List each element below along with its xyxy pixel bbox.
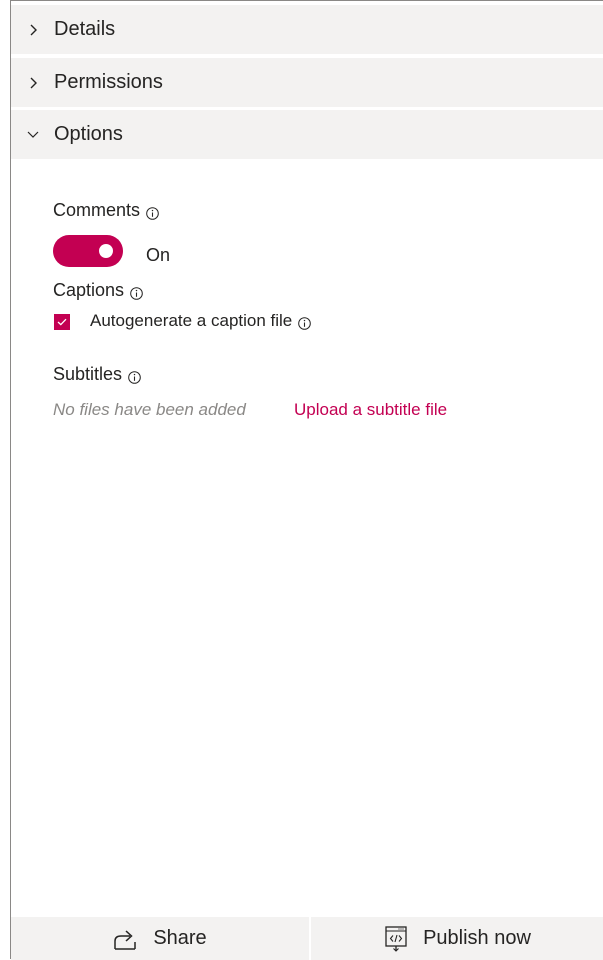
section-label-options: Options [54,123,123,145]
comments-toggle-state: On [146,245,171,265]
info-icon[interactable] [130,284,143,300]
publish-now-label: Publish now [423,927,531,949]
section-header-permissions[interactable]: Permissions [11,58,603,107]
autogenerate-caption-checkbox[interactable] [54,314,70,330]
chevron-down-icon [26,128,40,142]
section-label-permissions: Permissions [54,71,163,93]
section-label-details: Details [54,18,116,40]
captions-label: Captions [53,280,125,300]
toggle-knob [99,244,113,258]
chevron-right-icon [26,23,40,37]
checkmark-icon [57,318,67,326]
captions-label-row: Captions [53,280,143,301]
upload-subtitle-link[interactable]: Upload a subtitle file [294,400,447,420]
info-icon[interactable] [146,204,159,220]
options-panel: Details Permissions Options Comments On … [10,0,603,960]
info-icon[interactable] [298,315,312,330]
share-label: Share [153,927,207,949]
autogenerate-caption-label[interactable]: Autogenerate a caption file [90,311,292,331]
comments-label: Comments [53,200,141,220]
publish-icon [383,925,409,952]
chevron-right-icon [26,76,40,90]
subtitles-label: Subtitles [53,364,123,384]
comments-toggle[interactable] [53,235,123,267]
publish-now-button[interactable]: Publish now [311,917,603,960]
section-header-details[interactable]: Details [11,5,603,54]
footer-actions: Share Publish now [11,917,603,960]
subtitles-label-row: Subtitles [53,364,141,385]
section-header-options[interactable]: Options [11,110,603,159]
info-icon[interactable] [128,368,141,384]
autogenerate-caption-label-row: Autogenerate a caption file [90,311,312,331]
comments-label-row: Comments [53,200,159,221]
share-icon [113,926,139,952]
share-button[interactable]: Share [11,917,311,960]
subtitles-empty-text: No files have been added [53,400,246,419]
